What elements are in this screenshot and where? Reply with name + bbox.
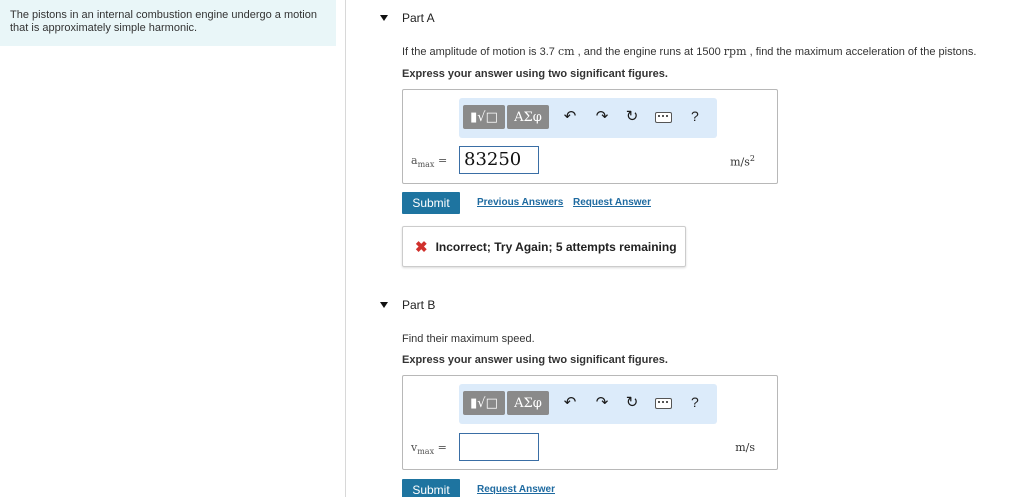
template-icon: ▮√□ xyxy=(470,109,498,125)
request-answer-link[interactable]: Request Answer xyxy=(477,484,555,495)
reset-icon[interactable]: ↻ xyxy=(623,394,641,412)
help-button[interactable]: ? xyxy=(691,394,699,410)
greek-symbols-button[interactable]: ΑΣφ xyxy=(507,105,549,129)
redo-icon[interactable]: ↷ xyxy=(593,394,611,412)
part-b-question: Find their maximum speed. xyxy=(402,333,535,345)
redo-icon[interactable]: ↷ xyxy=(593,108,611,126)
unit-label: m/s xyxy=(735,441,755,454)
request-answer-link[interactable]: Request Answer xyxy=(573,197,651,208)
math-toolbar: ▮√□ ΑΣφ ↶ ↷ ↻ ? xyxy=(459,384,717,424)
part-b-instruction: Express your answer using two significan… xyxy=(402,354,668,366)
help-button[interactable]: ? xyxy=(691,108,699,124)
feedback-text: Incorrect; Try Again; 5 attempts remaini… xyxy=(435,239,677,254)
part-a-question: If the amplitude of motion is 3.7 cm , a… xyxy=(402,45,977,58)
keyboard-icon[interactable] xyxy=(655,112,672,123)
answer-input[interactable]: 83250 xyxy=(459,146,539,174)
part-a-answer-box: ▮√□ ΑΣφ ↶ ↷ ↻ ? amax = 83250 m/s2 xyxy=(402,89,778,184)
collapse-caret-icon[interactable] xyxy=(380,302,388,308)
part-b-title: Part B xyxy=(402,298,436,312)
unit-label: m/s2 xyxy=(730,154,755,169)
problem-intro: The pistons in an internal combustion en… xyxy=(0,0,336,46)
greek-symbols-button[interactable]: ΑΣφ xyxy=(507,391,549,415)
undo-icon[interactable]: ↶ xyxy=(561,394,579,412)
submit-button[interactable]: Submit xyxy=(402,192,460,214)
undo-icon[interactable]: ↶ xyxy=(561,108,579,126)
part-b-header[interactable]: Part B xyxy=(380,298,435,312)
problem-sidebar: The pistons in an internal combustion en… xyxy=(0,0,346,497)
part-b-answer-box: ▮√□ ΑΣφ ↶ ↷ ↻ ? vmax = m/s xyxy=(402,375,778,470)
feedback-message: ✖ Incorrect; Try Again; 5 attempts remai… xyxy=(402,226,686,267)
variable-label: amax = xyxy=(411,154,448,170)
variable-label: vmax = xyxy=(411,441,447,457)
reset-icon[interactable]: ↻ xyxy=(623,108,641,126)
keyboard-icon[interactable] xyxy=(655,398,672,409)
incorrect-x-icon: ✖ xyxy=(415,238,428,256)
part-a-instruction: Express your answer using two significan… xyxy=(402,68,668,80)
part-a-title: Part A xyxy=(402,11,435,25)
template-icon: ▮√□ xyxy=(470,395,498,411)
answer-input[interactable] xyxy=(459,433,539,461)
math-toolbar: ▮√□ ΑΣφ ↶ ↷ ↻ ? xyxy=(459,98,717,138)
previous-answers-link[interactable]: Previous Answers xyxy=(477,197,563,208)
templates-button[interactable]: ▮√□ xyxy=(463,391,505,415)
templates-button[interactable]: ▮√□ xyxy=(463,105,505,129)
part-a-header[interactable]: Part A xyxy=(380,11,435,25)
collapse-caret-icon[interactable] xyxy=(380,15,388,21)
submit-button[interactable]: Submit xyxy=(402,479,460,497)
